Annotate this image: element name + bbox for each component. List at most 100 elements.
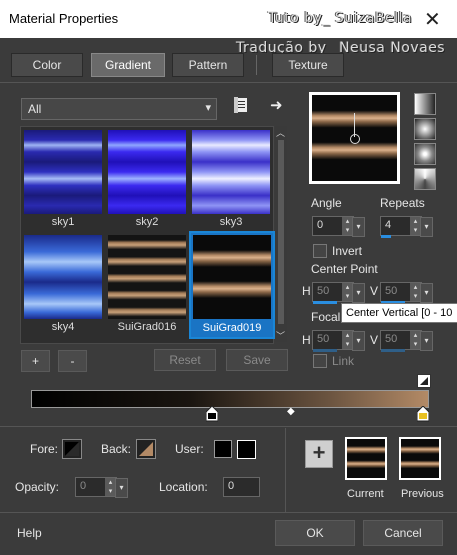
chevron-down-icon[interactable]: ▾ <box>352 217 365 237</box>
link-checkbox[interactable] <box>313 354 327 368</box>
chevron-down-icon[interactable]: ▾ <box>420 331 433 351</box>
category-select-value: All <box>28 102 42 116</box>
invert-label: Invert <box>332 244 363 258</box>
cancel-button[interactable]: Cancel <box>363 520 443 546</box>
gradient-list-scrollbar[interactable]: ︿ ﹀ <box>275 126 287 342</box>
angle-spinner[interactable]: 0 ▴ ▾ ▾ <box>312 216 365 237</box>
focal-h-slider-fill[interactable] <box>313 349 337 352</box>
previous-swatch-frame[interactable] <box>399 437 441 480</box>
gradient-name: SuiGrad016 <box>117 321 177 333</box>
save-button[interactable]: Save <box>226 349 288 371</box>
gradient-item-sky3[interactable]: sky3 <box>192 130 270 228</box>
scroll-down-icon[interactable]: ﹀ <box>276 329 285 342</box>
transparency-stop-icon[interactable] <box>417 374 431 388</box>
chevron-down-icon[interactable]: ▾ <box>352 283 365 303</box>
opacity-value: 0 <box>80 480 87 492</box>
tooltip: Center Vertical [0 - 10 <box>341 303 457 323</box>
gradient-swatch <box>108 130 186 214</box>
footer-separator <box>0 512 457 513</box>
focal-v-spinner[interactable]: 50 ▴ ▾ ▾ <box>380 330 433 351</box>
color-stop-start[interactable] <box>205 405 219 425</box>
gradient-swatch <box>193 235 271 319</box>
scroll-up-icon[interactable]: ︿ <box>276 126 285 139</box>
back-color-swatch[interactable] <box>136 439 156 459</box>
radial-style-icon[interactable] <box>414 143 436 165</box>
linear-style-icon[interactable] <box>414 93 436 115</box>
gradient-name: sky4 <box>51 321 75 333</box>
repeats-slider-fill[interactable] <box>381 235 391 238</box>
opacity-spinner[interactable]: 0 ▴ ▾ ▾ <box>75 477 128 498</box>
crosshair-icon[interactable] <box>350 134 360 144</box>
chevron-down-icon[interactable]: ▾ <box>352 331 365 351</box>
reset-button[interactable]: Reset <box>154 349 216 371</box>
close-icon[interactable]: ✕ <box>424 7 441 32</box>
angle-label: Angle <box>311 196 342 210</box>
gradient-swatch <box>24 235 102 319</box>
fore-label: Fore: <box>30 442 59 456</box>
current-swatch-frame[interactable] <box>345 437 387 480</box>
window-title: Material Properties <box>9 11 119 26</box>
location-field[interactable]: 0 <box>223 477 260 497</box>
chevron-down-icon[interactable]: ▾ <box>420 283 433 303</box>
fore-color-swatch[interactable] <box>62 439 82 459</box>
gradient-name: sky1 <box>51 216 75 228</box>
center-v-spinner[interactable]: 50 ▴ ▾ ▾ <box>380 282 433 303</box>
previous-gradient-swatch <box>401 439 439 478</box>
scroll-thumb[interactable] <box>278 140 284 324</box>
open-file-icon[interactable] <box>234 97 248 113</box>
remove-gradient-button[interactable]: - <box>58 350 87 372</box>
invert-checkbox[interactable] <box>313 244 327 258</box>
tab-texture[interactable]: Texture <box>272 53 344 77</box>
bottom-divider <box>285 428 286 512</box>
help-link[interactable]: Help <box>17 526 42 540</box>
focal-v-slider-fill[interactable] <box>381 349 405 352</box>
gradient-item-sky1[interactable]: sky1 <box>24 130 102 228</box>
repeats-value: 4 <box>385 219 392 231</box>
add-gradient-button[interactable]: + <box>21 350 50 372</box>
gradient-name: SuiGrad019 <box>202 322 262 334</box>
tab-gradient[interactable]: Gradient <box>91 53 165 77</box>
repeats-label: Repeats <box>380 196 425 210</box>
tab-color[interactable]: Color <box>11 53 83 77</box>
ok-button[interactable]: OK <box>275 520 355 546</box>
tab-pattern[interactable]: Pattern <box>172 53 244 77</box>
add-to-library-button[interactable]: + <box>305 440 333 468</box>
chevron-down-icon: ▾ <box>205 102 211 114</box>
gradient-name: sky3 <box>219 216 243 228</box>
previous-label: Previous <box>401 488 444 500</box>
user-color-black[interactable] <box>214 440 232 458</box>
current-label: Current <box>347 488 384 500</box>
center-h-label: H <box>302 284 311 298</box>
gradient-item-suigrad016[interactable]: SuiGrad016 <box>108 235 186 333</box>
gradient-name: sky2 <box>135 216 159 228</box>
focal-point-label: Focal <box>311 310 341 324</box>
tab-separator <box>0 82 457 83</box>
gradient-item-suigrad019[interactable]: SuiGrad019 <box>189 231 275 339</box>
gradient-item-sky4[interactable]: sky4 <box>24 235 102 333</box>
sunburst-style-icon[interactable] <box>414 168 436 190</box>
color-stop-end[interactable] <box>416 405 430 425</box>
rectangular-style-icon[interactable] <box>414 118 436 140</box>
gradient-swatch <box>24 130 102 214</box>
focal-v-label: V <box>370 333 379 347</box>
gradient-preview-frame <box>309 92 400 184</box>
focal-v-value: 50 <box>385 333 398 345</box>
chevron-down-icon[interactable]: ▾ <box>420 217 433 237</box>
arrow-right-icon[interactable]: ➜ <box>270 96 283 114</box>
focal-h-value: 50 <box>317 333 330 345</box>
category-select[interactable]: All ▾ <box>21 98 217 120</box>
center-h-spinner[interactable]: 50 ▴ ▾ ▾ <box>312 282 365 303</box>
center-h-slider-fill[interactable] <box>313 301 337 304</box>
gradient-swatch <box>192 130 270 214</box>
user-color-black-2[interactable] <box>237 440 256 459</box>
gradient-item-sky2[interactable]: sky2 <box>108 130 186 228</box>
focal-h-spinner[interactable]: 50 ▴ ▾ ▾ <box>312 330 365 351</box>
watermark-line1: Tuto by_ SuizaBella <box>268 10 413 26</box>
bottom-separator <box>0 426 457 427</box>
chevron-down-icon[interactable]: ▾ <box>115 478 128 498</box>
gradient-editor-bar[interactable] <box>31 390 429 408</box>
repeats-spinner[interactable]: 4 ▴ ▾ ▾ <box>380 216 433 237</box>
location-value: 0 <box>228 480 235 492</box>
midpoint-diamond-icon[interactable]: ◆ <box>287 406 295 417</box>
center-v-label: V <box>370 284 379 298</box>
